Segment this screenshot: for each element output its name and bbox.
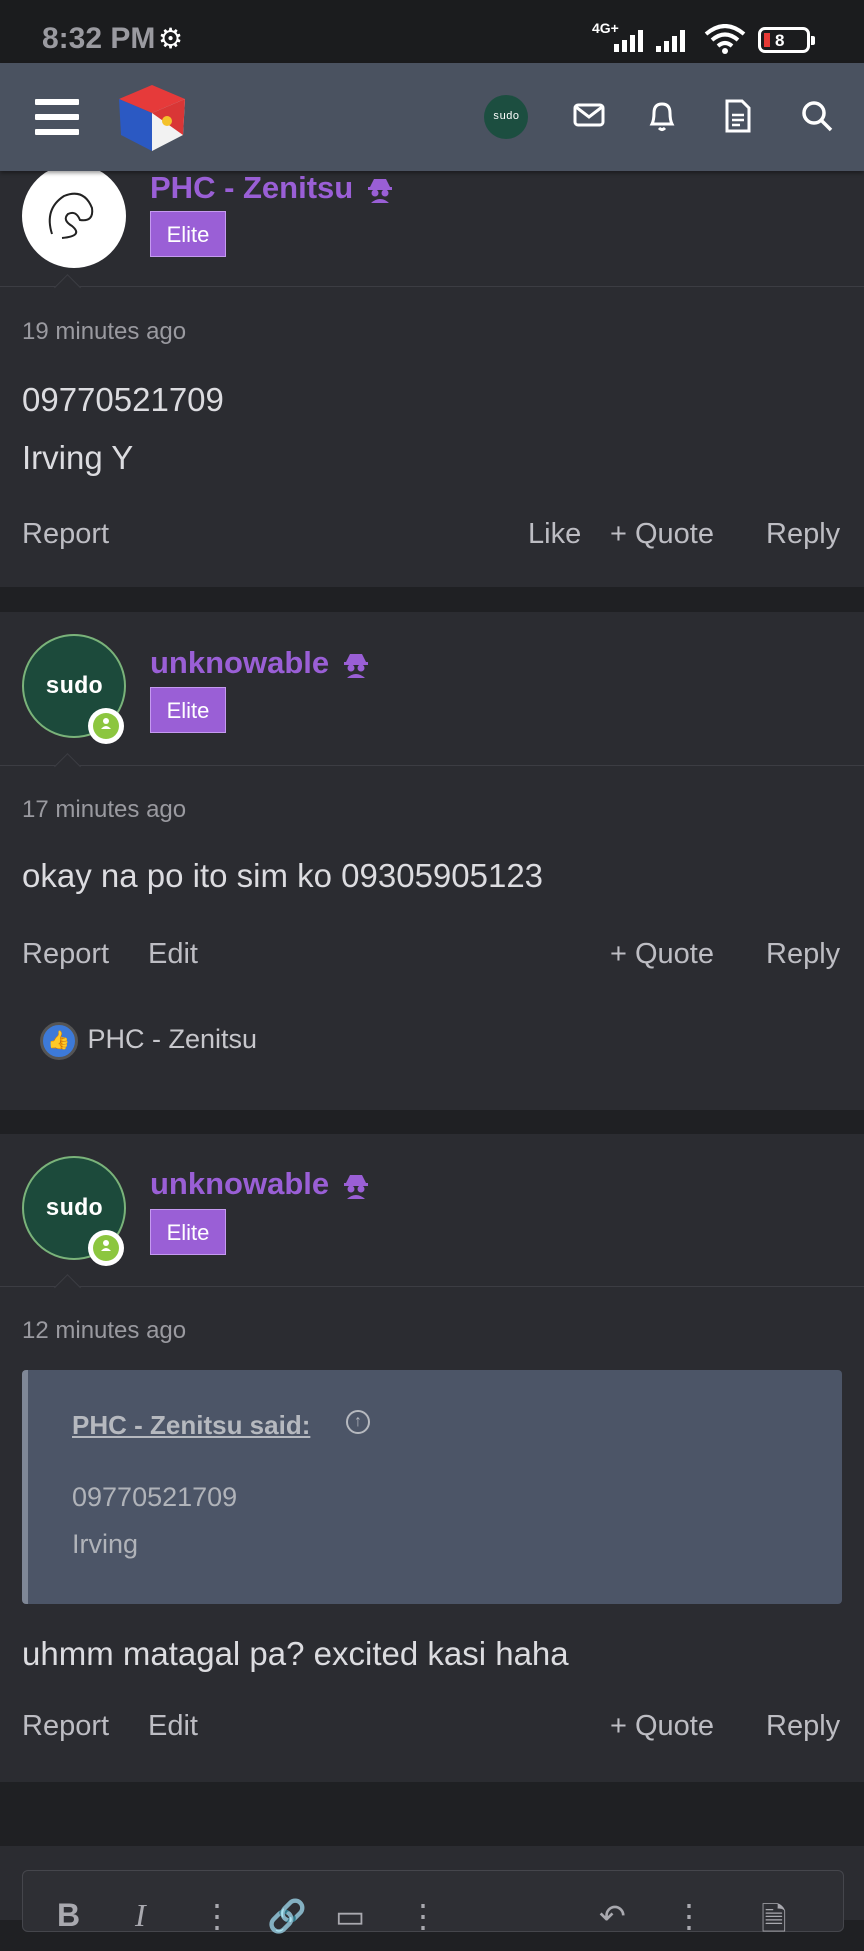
username[interactable]: unknowable xyxy=(150,1166,370,1202)
reply-button[interactable]: Reply xyxy=(766,518,840,551)
user-badge: Elite xyxy=(150,687,226,733)
reaction-summary[interactable]: 👍 PHC - Zenitsu xyxy=(40,1022,257,1060)
post-line: 09770521709 xyxy=(22,381,224,418)
spy-icon xyxy=(343,1174,368,1199)
quote-line: Irving xyxy=(72,1529,139,1559)
post-userbar: sudo unknowable Elite xyxy=(0,612,864,766)
report-button[interactable]: Report xyxy=(22,518,109,551)
post-time[interactable]: 17 minutes ago xyxy=(22,796,186,824)
reply-button[interactable]: Reply xyxy=(766,1710,840,1743)
gear-icon: ⚙ xyxy=(158,23,184,54)
quote-block: PHC - Zenitsu said: ↑ 09770521709 Irving xyxy=(22,1370,842,1604)
post-message: uhmm matagal pa? excited kasi haha xyxy=(22,1625,569,1683)
spy-icon xyxy=(343,653,368,678)
arrow-up-circle-icon[interactable]: ↑ xyxy=(346,1410,370,1434)
post-line: Irving Y xyxy=(22,439,134,476)
post-message: 09770521709 Irving Y xyxy=(22,371,224,487)
post-message: okay na po ito sim ko 09305905123 xyxy=(22,847,543,905)
post-3: sudo unknowable Elite 12 minutes ago PHC… xyxy=(0,1134,864,1782)
quote-button[interactable]: + Quote xyxy=(610,518,714,551)
user-badge: Elite xyxy=(150,211,226,257)
reaction-user[interactable]: PHC - Zenitsu xyxy=(88,1024,258,1054)
sketch-avatar-image xyxy=(48,192,94,239)
username[interactable]: PHC - Zenitsu xyxy=(150,170,394,206)
post-userbar: sudo unknowable Elite xyxy=(0,1134,864,1287)
username-text: unknowable xyxy=(150,645,330,680)
post-time[interactable]: 19 minutes ago xyxy=(22,318,186,346)
username-text: unknowable xyxy=(150,1166,330,1201)
avatar-text: sudo xyxy=(45,1196,103,1223)
italic-button[interactable]: I xyxy=(135,1897,146,1934)
battery-icon: 8 xyxy=(758,27,815,53)
report-button[interactable]: Report xyxy=(22,938,109,971)
more-dots-icon-2[interactable]: ⋮ xyxy=(407,1897,439,1935)
more-dots-icon-3[interactable]: ⋮ xyxy=(673,1897,705,1935)
quote-line: 09770521709 xyxy=(72,1482,238,1512)
edit-button[interactable]: Edit xyxy=(148,1710,198,1743)
mail-icon[interactable] xyxy=(573,99,605,131)
undo-icon[interactable]: ↶ xyxy=(599,1897,626,1935)
user-badge: Elite xyxy=(150,1209,226,1255)
username-text: PHC - Zenitsu xyxy=(150,170,354,205)
link-icon[interactable]: 🔗 xyxy=(267,1897,307,1935)
signal-icon-2 xyxy=(656,30,685,52)
edit-button[interactable]: Edit xyxy=(148,938,198,971)
reply-editor-toolbar[interactable]: B I ⋮ 🔗 ▭ ⋮ ↶ ⋮ 🗎 xyxy=(22,1870,844,1937)
post-1: PHC - Zenitsu Elite 19 minutes ago 09770… xyxy=(0,150,864,587)
document-icon[interactable] xyxy=(724,99,752,133)
user-avatar[interactable]: sudo xyxy=(484,95,528,139)
post-line: okay na po ito sim ko 09305905123 xyxy=(22,857,544,894)
quote-button[interactable]: + Quote xyxy=(610,938,714,971)
post-time[interactable]: 12 minutes ago xyxy=(22,1317,186,1345)
post-line: uhmm matagal pa? excited kasi haha xyxy=(22,1635,569,1672)
person-icon xyxy=(101,1240,111,1251)
site-logo[interactable] xyxy=(115,81,189,155)
thumbs-up-icon: 👍 xyxy=(40,1022,78,1060)
spy-icon xyxy=(367,178,392,203)
online-indicator xyxy=(88,708,124,744)
wifi-icon xyxy=(704,24,746,54)
search-icon[interactable] xyxy=(800,99,834,133)
app-header: sudo xyxy=(0,63,864,171)
online-indicator xyxy=(88,1230,124,1266)
like-button[interactable]: Like xyxy=(528,518,581,551)
status-bar: 8:32 PM ⚙ 4G+ 8 xyxy=(0,0,864,63)
drafts-icon[interactable]: 🗎 xyxy=(761,1897,787,1951)
bold-button[interactable]: B xyxy=(57,1897,80,1934)
bell-icon[interactable] xyxy=(646,99,678,133)
image-icon[interactable]: ▭ xyxy=(335,1897,365,1935)
battery-level: 8 xyxy=(775,31,785,50)
avatar-text: sudo xyxy=(45,674,103,701)
status-time: 8:32 PM xyxy=(42,22,156,55)
more-dots-icon[interactable]: ⋮ xyxy=(201,1897,233,1935)
signal-icon xyxy=(614,30,643,52)
avatar[interactable] xyxy=(22,164,126,268)
post-2: sudo unknowable Elite 17 minutes ago oka… xyxy=(0,612,864,1110)
person-icon xyxy=(101,718,111,729)
report-button[interactable]: Report xyxy=(22,1710,109,1743)
username[interactable]: unknowable xyxy=(150,645,370,681)
quote-author[interactable]: PHC - Zenitsu said: xyxy=(72,1410,310,1441)
quote-button[interactable]: + Quote xyxy=(610,1710,714,1743)
reply-button[interactable]: Reply xyxy=(766,938,840,971)
menu-icon[interactable] xyxy=(35,99,79,135)
